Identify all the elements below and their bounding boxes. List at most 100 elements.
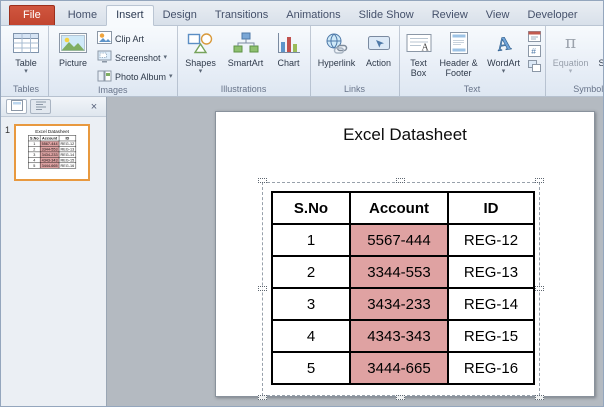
action-button[interactable]: Action	[361, 27, 397, 84]
table-cell[interactable]: REG-14	[447, 287, 535, 321]
table-button[interactable]: Table ▾	[6, 27, 46, 84]
tab-developer[interactable]: Developer	[518, 6, 586, 25]
tab-animations[interactable]: Animations	[277, 6, 349, 25]
table-row: 5 3444-665 REG-16	[271, 351, 535, 385]
thumbnail-table: S.No Account ID 1 5567-444 REG-12 2 3344…	[28, 135, 76, 169]
tab-home[interactable]: Home	[59, 6, 106, 25]
text-box-label: Text Box	[410, 58, 427, 78]
chart-label: Chart	[277, 58, 300, 68]
ribbon: Table ▾ Tables Picture Clip Art Screensh…	[1, 26, 603, 97]
powerpoint-window: File Home Insert Design Transitions Anim…	[0, 0, 604, 407]
tab-file[interactable]: File	[9, 5, 55, 25]
svg-text:A: A	[421, 43, 429, 54]
resize-handle-top-left[interactable]	[258, 178, 267, 183]
clip-art-button[interactable]: Clip Art	[95, 30, 175, 47]
table-header-sno[interactable]: S.No	[271, 191, 351, 225]
symbol-label: Symbol	[599, 58, 603, 68]
svg-text:A: A	[495, 33, 512, 54]
resize-handle-bottom-right[interactable]	[535, 395, 544, 400]
resize-handle-mid-right[interactable]	[535, 286, 544, 291]
table-cell[interactable]: 2	[271, 255, 351, 289]
images-small-buttons: Clip Art Screenshot ▾ Photo Album ▾	[95, 27, 175, 85]
photo-album-button[interactable]: Photo Album ▾	[95, 68, 175, 85]
ribbon-group-illustrations: Shapes ▾ SmartArt Chart Illustrations	[178, 26, 311, 96]
slides-tab[interactable]	[6, 99, 27, 114]
outline-tab[interactable]	[30, 99, 51, 114]
group-label-text: Text	[463, 84, 481, 94]
workspace: × 1 Excel Datasheet S.No Account ID 1 55…	[1, 97, 603, 406]
wordart-button[interactable]: A WordArt ▾	[482, 27, 526, 84]
photo-album-icon	[97, 69, 112, 84]
group-label-images: Images	[98, 85, 128, 95]
svg-text:#: #	[531, 46, 536, 56]
tab-insert[interactable]: Insert	[106, 5, 154, 26]
tab-design[interactable]: Design	[154, 6, 206, 25]
object-button[interactable]	[527, 59, 542, 77]
table-cell[interactable]: REG-16	[447, 351, 535, 385]
thumbnail-list: 1 Excel Datasheet S.No Account ID 1 5567…	[1, 117, 106, 406]
header-footer-button[interactable]: Header & Footer	[436, 27, 482, 84]
photo-album-label: Photo Album	[115, 71, 167, 82]
panel-tab-bar: ×	[1, 97, 106, 117]
clip-art-icon	[97, 31, 112, 46]
dropdown-arrow-icon: ▾	[568, 68, 573, 75]
thumbnail-slide-title: Excel Datasheet	[35, 129, 69, 135]
table-cell[interactable]: 4	[271, 319, 351, 353]
wordart-icon: A	[491, 30, 517, 56]
equation-icon: π	[564, 33, 577, 53]
table-row: 1 5567-444 REG-12	[271, 223, 535, 257]
table-cell[interactable]: 4343-343	[349, 319, 449, 353]
text-box-button[interactable]: A Text Box	[402, 27, 436, 84]
table-cell[interactable]: REG-12	[447, 223, 535, 257]
table-cell[interactable]: 3344-553	[349, 255, 449, 289]
symbol-button[interactable]: Ω Symbol	[594, 27, 603, 84]
resize-handle-mid-left[interactable]	[258, 286, 267, 291]
dropdown-arrow-icon: ▾	[501, 68, 506, 75]
shapes-button[interactable]: Shapes ▾	[180, 27, 222, 84]
ribbon-tab-bar: File Home Insert Design Transitions Anim…	[1, 1, 603, 26]
shapes-icon	[187, 30, 215, 56]
table-cell[interactable]: REG-13	[447, 255, 535, 289]
tab-review[interactable]: Review	[423, 6, 477, 25]
hyperlink-button[interactable]: Hyperlink	[313, 27, 361, 84]
table-cell[interactable]: 1	[271, 223, 351, 257]
table-row: 4 4343-343 REG-15	[271, 319, 535, 353]
table-cell[interactable]: REG-15	[447, 319, 535, 353]
table-row: 2 3344-553 REG-13	[271, 255, 535, 289]
table-header-id[interactable]: ID	[447, 191, 535, 225]
slides-panel: × 1 Excel Datasheet S.No Account ID 1 55…	[1, 97, 107, 406]
tab-slide-show[interactable]: Slide Show	[350, 6, 423, 25]
resize-handle-top-right[interactable]	[535, 178, 544, 183]
slide-title[interactable]: Excel Datasheet	[216, 125, 594, 145]
chart-button[interactable]: Chart	[270, 27, 308, 84]
smartart-button[interactable]: SmartArt	[222, 27, 270, 84]
screenshot-label: Screenshot	[115, 52, 161, 63]
slide-1-thumbnail[interactable]: Excel Datasheet S.No Account ID 1 5567-4…	[14, 124, 91, 181]
shapes-label: Shapes	[185, 58, 216, 68]
resize-handle-bottom-center[interactable]	[396, 395, 405, 400]
slide-number-button[interactable]: #	[527, 44, 542, 59]
resize-handle-top-center[interactable]	[396, 178, 405, 183]
screenshot-icon	[97, 50, 112, 65]
picture-button-label: Picture	[58, 58, 87, 68]
table-cell[interactable]: 3	[271, 287, 351, 321]
table-header-account[interactable]: Account	[349, 191, 449, 225]
tab-transitions[interactable]: Transitions	[206, 6, 277, 25]
table-cell[interactable]: 3434-233	[349, 287, 449, 321]
slide-canvas[interactable]: Excel Datasheet S.No Account ID 1 5567-4…	[215, 111, 595, 400]
table-cell[interactable]: 5	[271, 351, 351, 385]
picture-button[interactable]: Picture	[51, 27, 95, 85]
slide-table[interactable]: S.No Account ID 1 5567-444 REG-12 2 3344…	[271, 191, 535, 385]
tab-view[interactable]: View	[477, 6, 519, 25]
table-selection-frame[interactable]: S.No Account ID 1 5567-444 REG-12 2 3344…	[258, 178, 544, 400]
object-icon	[527, 59, 541, 77]
table-icon	[13, 30, 39, 56]
dropdown-arrow-icon: ▾	[24, 68, 28, 75]
date-time-button[interactable]	[527, 30, 542, 44]
table-cell[interactable]: 3444-665	[349, 351, 449, 385]
equation-button[interactable]: π Equation ▾	[548, 27, 594, 84]
close-panel-button[interactable]: ×	[87, 101, 101, 113]
table-cell[interactable]: 5567-444	[349, 223, 449, 257]
screenshot-button[interactable]: Screenshot ▾	[95, 49, 175, 66]
resize-handle-bottom-left[interactable]	[258, 395, 267, 400]
